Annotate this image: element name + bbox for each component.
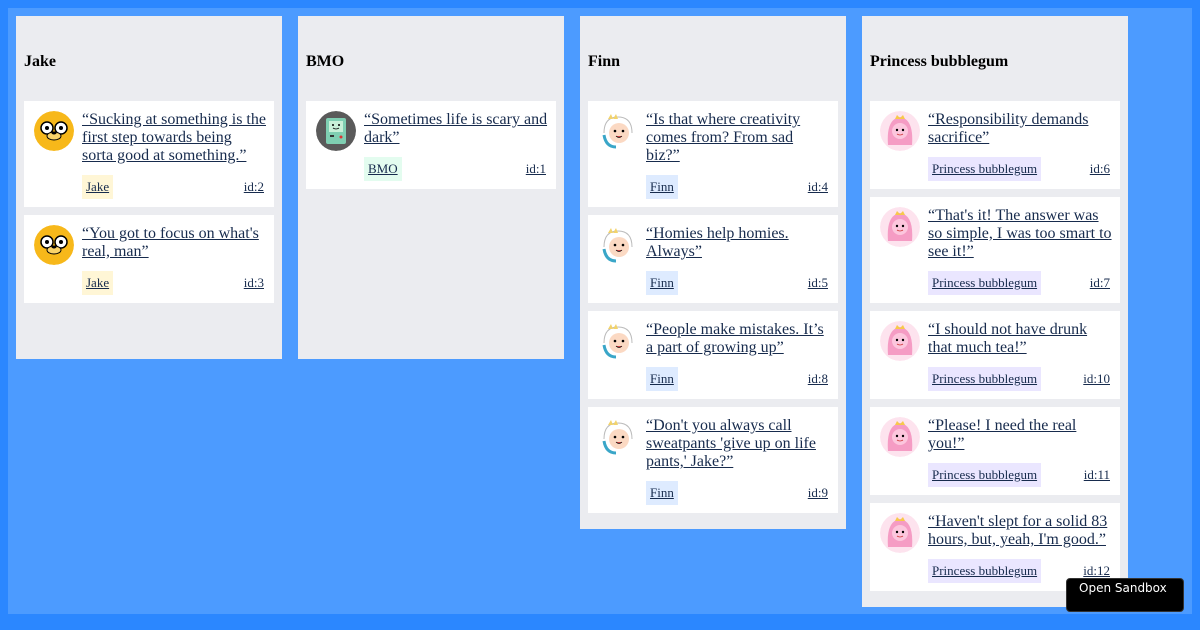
bmo-avatar-icon xyxy=(316,111,356,151)
card-id-link[interactable]: id:8 xyxy=(808,371,828,387)
quote-link[interactable]: “Is that where creativity comes from? Fr… xyxy=(646,111,830,165)
quote-link[interactable]: “Responsibility demands sacrifice” xyxy=(928,111,1112,147)
author-tag[interactable]: Princess bubblegum xyxy=(928,559,1042,583)
quote-link[interactable]: “Please! I need the real you!” xyxy=(928,417,1112,453)
card-id-link[interactable]: id:2 xyxy=(244,179,264,195)
author-tag[interactable]: Jake xyxy=(82,175,114,199)
card-id-link[interactable]: id:9 xyxy=(808,485,828,501)
finn-avatar-icon xyxy=(598,417,638,457)
author-tag[interactable]: Princess bubblegum xyxy=(928,367,1042,391)
quote-card[interactable]: “Is that where creativity comes from? Fr… xyxy=(588,101,838,207)
princess-bubblegum-avatar-icon xyxy=(880,513,920,553)
author-tag[interactable]: Princess bubblegum xyxy=(928,463,1042,487)
card-id-link[interactable]: id:12 xyxy=(1083,563,1110,579)
column-jake: Jake “Sucking at something is the first … xyxy=(16,16,282,359)
author-tag[interactable]: BMO xyxy=(364,157,402,181)
finn-avatar-icon xyxy=(598,225,638,265)
quote-card[interactable]: “Sucking at something is the first step … xyxy=(24,101,274,207)
princess-bubblegum-avatar-icon xyxy=(880,111,920,151)
card-id-link[interactable]: id:11 xyxy=(1084,467,1110,483)
column-princess-bubblegum: Princess bubblegum “Responsibility deman… xyxy=(862,16,1128,607)
quote-link[interactable]: “Sucking at something is the first step … xyxy=(82,111,266,165)
open-sandbox-button[interactable]: Open Sandbox xyxy=(1066,578,1184,612)
author-tag[interactable]: Princess bubblegum xyxy=(928,157,1042,181)
card-id-link[interactable]: id:1 xyxy=(526,161,546,177)
princess-bubblegum-avatar-icon xyxy=(880,321,920,361)
column-title: Princess bubblegum xyxy=(870,53,1009,70)
author-tag[interactable]: Jake xyxy=(82,271,114,295)
quote-link[interactable]: “Homies help homies. Always” xyxy=(646,225,830,261)
author-tag[interactable]: Finn xyxy=(646,481,678,505)
quote-card[interactable]: “People make mistakes. It’s a part of gr… xyxy=(588,311,838,399)
quote-card[interactable]: “That's it! The answer was so simple, I … xyxy=(870,197,1120,303)
princess-bubblegum-avatar-icon xyxy=(880,417,920,457)
quote-card[interactable]: “I should not have drunk that much tea!”… xyxy=(870,311,1120,399)
column-finn: Finn “Is that where creativity comes fro… xyxy=(580,16,846,529)
author-tag[interactable]: Finn xyxy=(646,175,678,199)
card-id-link[interactable]: id:3 xyxy=(244,275,264,291)
card-id-link[interactable]: id:7 xyxy=(1090,275,1110,291)
quote-link[interactable]: “You got to focus on what's real, man” xyxy=(82,225,266,261)
quote-card[interactable]: “Don't you always call sweatpants 'give … xyxy=(588,407,838,513)
author-tag[interactable]: Finn xyxy=(646,271,678,295)
quote-card[interactable]: “Please! I need the real you!” Princess … xyxy=(870,407,1120,495)
column-title: Finn xyxy=(588,53,621,70)
finn-avatar-icon xyxy=(598,111,638,151)
princess-bubblegum-avatar-icon xyxy=(880,207,920,247)
quote-link[interactable]: “Sometimes life is scary and dark” xyxy=(364,111,548,147)
author-tag[interactable]: Princess bubblegum xyxy=(928,271,1042,295)
card-id-link[interactable]: id:5 xyxy=(808,275,828,291)
quote-link[interactable]: “People make mistakes. It’s a part of gr… xyxy=(646,321,830,357)
card-id-link[interactable]: id:10 xyxy=(1083,371,1110,387)
finn-avatar-icon xyxy=(598,321,638,361)
quote-link[interactable]: “Haven't slept for a solid 83 hours, but… xyxy=(928,513,1112,549)
jake-avatar-icon xyxy=(34,111,74,151)
quote-card[interactable]: “Sometimes life is scary and dark” BMO i… xyxy=(306,101,556,189)
column-title: Jake xyxy=(24,53,56,70)
jake-avatar-icon xyxy=(34,225,74,265)
quote-card[interactable]: “You got to focus on what's real, man” J… xyxy=(24,215,274,303)
quote-board: Jake “Sucking at something is the first … xyxy=(8,8,1192,614)
quote-card[interactable]: “Responsibility demands sacrifice” Princ… xyxy=(870,101,1120,189)
card-id-link[interactable]: id:4 xyxy=(808,179,828,195)
quote-card[interactable]: “Homies help homies. Always” Finn id:5 xyxy=(588,215,838,303)
card-id-link[interactable]: id:6 xyxy=(1090,161,1110,177)
column-title: BMO xyxy=(306,53,345,70)
quote-link[interactable]: “I should not have drunk that much tea!” xyxy=(928,321,1112,357)
author-tag[interactable]: Finn xyxy=(646,367,678,391)
column-bmo: BMO “Sometimes life is scary and dark” B… xyxy=(298,16,564,359)
quote-link[interactable]: “Don't you always call sweatpants 'give … xyxy=(646,417,830,471)
quote-link[interactable]: “That's it! The answer was so simple, I … xyxy=(928,207,1112,261)
